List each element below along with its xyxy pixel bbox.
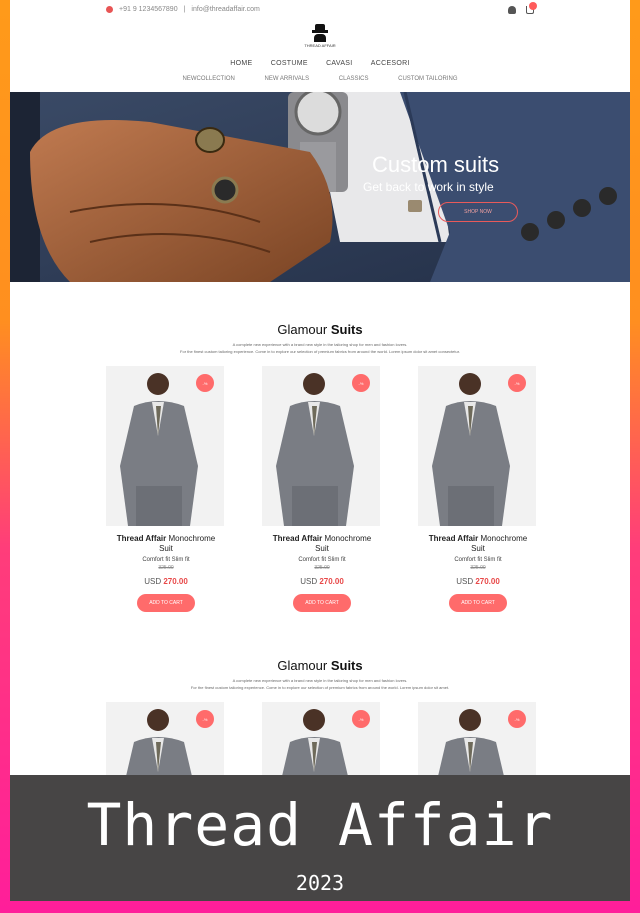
top-bar: +91 9 1234567890 | info@threadaffair.com — [106, 2, 537, 20]
product-fit: Comfort fit Slim fit — [142, 557, 190, 563]
product-name-bold: Thread Affair — [116, 534, 167, 543]
product-old-price: 325.00 — [158, 565, 174, 571]
site-logo[interactable]: THREAD AFFAIR — [304, 24, 336, 48]
cart-badge — [529, 2, 537, 10]
website-preview: +91 9 1234567890 | info@threadaffair.com… — [10, 0, 630, 775]
nav-item-home[interactable]: HOME — [230, 60, 252, 67]
cart-icon[interactable] — [526, 2, 537, 14]
logo-text: THREAD AFFAIR — [304, 43, 336, 48]
section-title-plain: Glamour — [277, 322, 331, 337]
discount-badge: -% — [352, 374, 370, 392]
hero-subtitle: Get back to work in style — [363, 180, 494, 194]
product-card[interactable]: -% — [262, 702, 382, 775]
add-to-cart-button[interactable]: ADD TO CART — [137, 594, 195, 612]
banner-title: Thread Affair — [86, 791, 554, 859]
section-description: A complete new experience with a brand n… — [110, 677, 530, 691]
price-currency: USD — [300, 577, 320, 586]
section-desc-line-2: For the finest custom tailoring experien… — [190, 685, 450, 690]
product-fit: Comfort fit Slim fit — [298, 557, 346, 563]
product-name[interactable]: Thread Affair Monochrome Suit — [106, 534, 226, 554]
section-title: Glamour Suits — [10, 322, 630, 337]
title-banner: Thread Affair 2023 — [10, 775, 630, 901]
product-old-price: 325.00 — [470, 565, 486, 571]
discount-badge: -% — [508, 710, 526, 728]
product-name-line-2: Suit — [471, 544, 485, 553]
product-card[interactable]: -% Thread Affair Monochrome Suit Comfort… — [418, 366, 538, 612]
separator: | — [183, 6, 186, 13]
phone-icon — [106, 6, 113, 13]
subnav-item-3[interactable]: CLASSICS — [339, 76, 369, 82]
price-currency: USD — [456, 577, 476, 586]
section-title-bold: Suits — [330, 658, 363, 673]
user-icon[interactable] — [508, 6, 516, 14]
phone-number: +91 9 1234567890 — [119, 6, 178, 13]
product-old-price: 325.00 — [314, 565, 330, 571]
section-desc-line-1: A complete new experience with a brand n… — [232, 678, 408, 683]
product-card[interactable]: -% — [418, 702, 538, 775]
subnav-item-2[interactable]: NEW ARRIVALS — [265, 76, 310, 82]
discount-badge: -% — [196, 710, 214, 728]
hero-title: Custom suits — [372, 152, 500, 177]
price-value: 270.00 — [319, 577, 344, 586]
subnav-item-1[interactable]: NEWCOLLECTION — [183, 76, 235, 82]
banner-year: 2023 — [295, 871, 345, 895]
product-name-bold: Thread Affair — [272, 534, 323, 543]
section-desc-line-1: A complete new experience with a brand n… — [232, 342, 408, 347]
product-name-plain: Monochrome — [478, 534, 528, 543]
product-name[interactable]: Thread Affair Monochrome Suit — [418, 534, 538, 554]
product-name[interactable]: Thread Affair Monochrome Suit — [262, 534, 382, 554]
section-title-bold: Suits — [330, 322, 363, 337]
discount-badge: -% — [196, 374, 214, 392]
email-link[interactable]: info@threadaffair.com — [191, 6, 259, 13]
product-name-line-2: Suit — [315, 544, 329, 553]
product-image[interactable]: -% — [262, 366, 380, 526]
sub-nav: NEWCOLLECTION NEW ARRIVALS CLASSICS CUST… — [10, 76, 630, 82]
logo-figure-icon — [314, 33, 326, 42]
section-desc-line-2: For the finest custom tailoring experien… — [180, 349, 460, 354]
hero-shop-button[interactable]: SHOP NOW — [438, 202, 518, 222]
product-name-plain: Monochrome — [166, 534, 216, 543]
product-price: USD 270.00 — [106, 577, 226, 586]
section-title: Glamour Suits — [10, 658, 630, 673]
product-name-line-2: Suit — [159, 544, 173, 553]
nav-item-costume[interactable]: COSTUME — [271, 60, 308, 67]
product-image[interactable]: -% — [106, 702, 224, 775]
nav-item-accesori[interactable]: ACCESORI — [371, 60, 410, 67]
add-to-cart-button[interactable]: ADD TO CART — [449, 594, 507, 612]
price-value: 270.00 — [163, 577, 188, 586]
product-price: USD 270.00 — [418, 577, 538, 586]
nav-item-cavasi[interactable]: CAVASI — [326, 60, 352, 67]
product-name-plain: Monochrome — [322, 534, 372, 543]
header-icons — [508, 2, 537, 14]
product-card[interactable]: -% Thread Affair Monochrome Suit Comfort… — [262, 366, 382, 612]
product-image[interactable]: -% — [418, 702, 536, 775]
discount-badge: -% — [508, 374, 526, 392]
section-title-plain: Glamour — [277, 658, 331, 673]
price-currency: USD — [144, 577, 164, 586]
product-fit: Comfort fit Slim fit — [454, 557, 502, 563]
product-card[interactable]: -% — [106, 702, 226, 775]
logo-brim — [312, 30, 328, 33]
section-description: A complete new experience with a brand n… — [110, 341, 530, 355]
product-image[interactable]: -% — [106, 366, 224, 526]
hero-image — [10, 92, 630, 282]
contact-info: +91 9 1234567890 | info@threadaffair.com — [106, 6, 260, 13]
price-value: 270.00 — [475, 577, 500, 586]
main-nav: HOME COSTUME CAVASI ACCESORI — [10, 60, 630, 67]
hero-banner: Custom suits Get back to work in style S… — [10, 92, 630, 282]
product-price: USD 270.00 — [262, 577, 382, 586]
product-image[interactable]: -% — [418, 366, 536, 526]
discount-badge: -% — [352, 710, 370, 728]
add-to-cart-button[interactable]: ADD TO CART — [293, 594, 351, 612]
product-name-bold: Thread Affair — [428, 534, 479, 543]
subnav-item-4[interactable]: CUSTOM TAILORING — [398, 76, 457, 82]
product-image[interactable]: -% — [262, 702, 380, 775]
product-card[interactable]: -% Thread Affair Monochrome Suit Comfort… — [106, 366, 226, 612]
